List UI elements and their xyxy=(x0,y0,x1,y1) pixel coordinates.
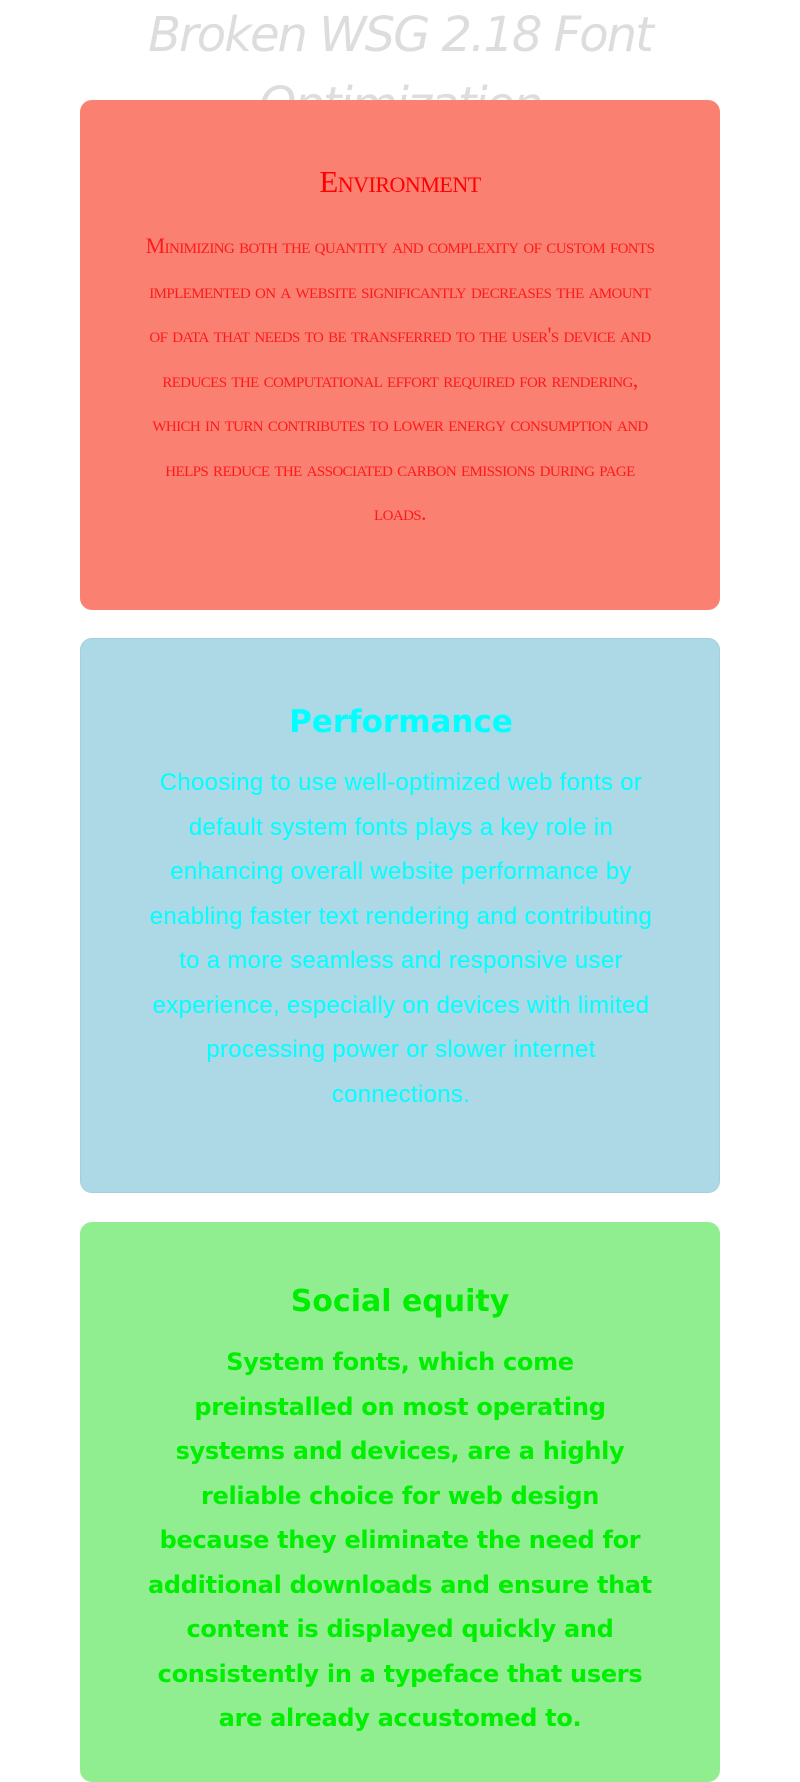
performance-heading: Performance xyxy=(289,704,513,740)
social-equity-body: System fonts, which come preinstalled on… xyxy=(148,1348,652,1732)
performance-body: Choosing to use well-optimized web fonts… xyxy=(149,769,653,1108)
environment-card: Environment Minimizing both the quantity… xyxy=(80,100,720,610)
performance-card: Performance Choosing to use well-optimiz… xyxy=(80,638,720,1193)
environment-heading: Environment xyxy=(319,164,481,199)
social-equity-card: Social equity System fonts, which come p… xyxy=(80,1222,720,1782)
social-equity-heading: Social equity xyxy=(290,1284,510,1319)
environment-body: Minimizing both the quantity and complex… xyxy=(145,233,655,525)
